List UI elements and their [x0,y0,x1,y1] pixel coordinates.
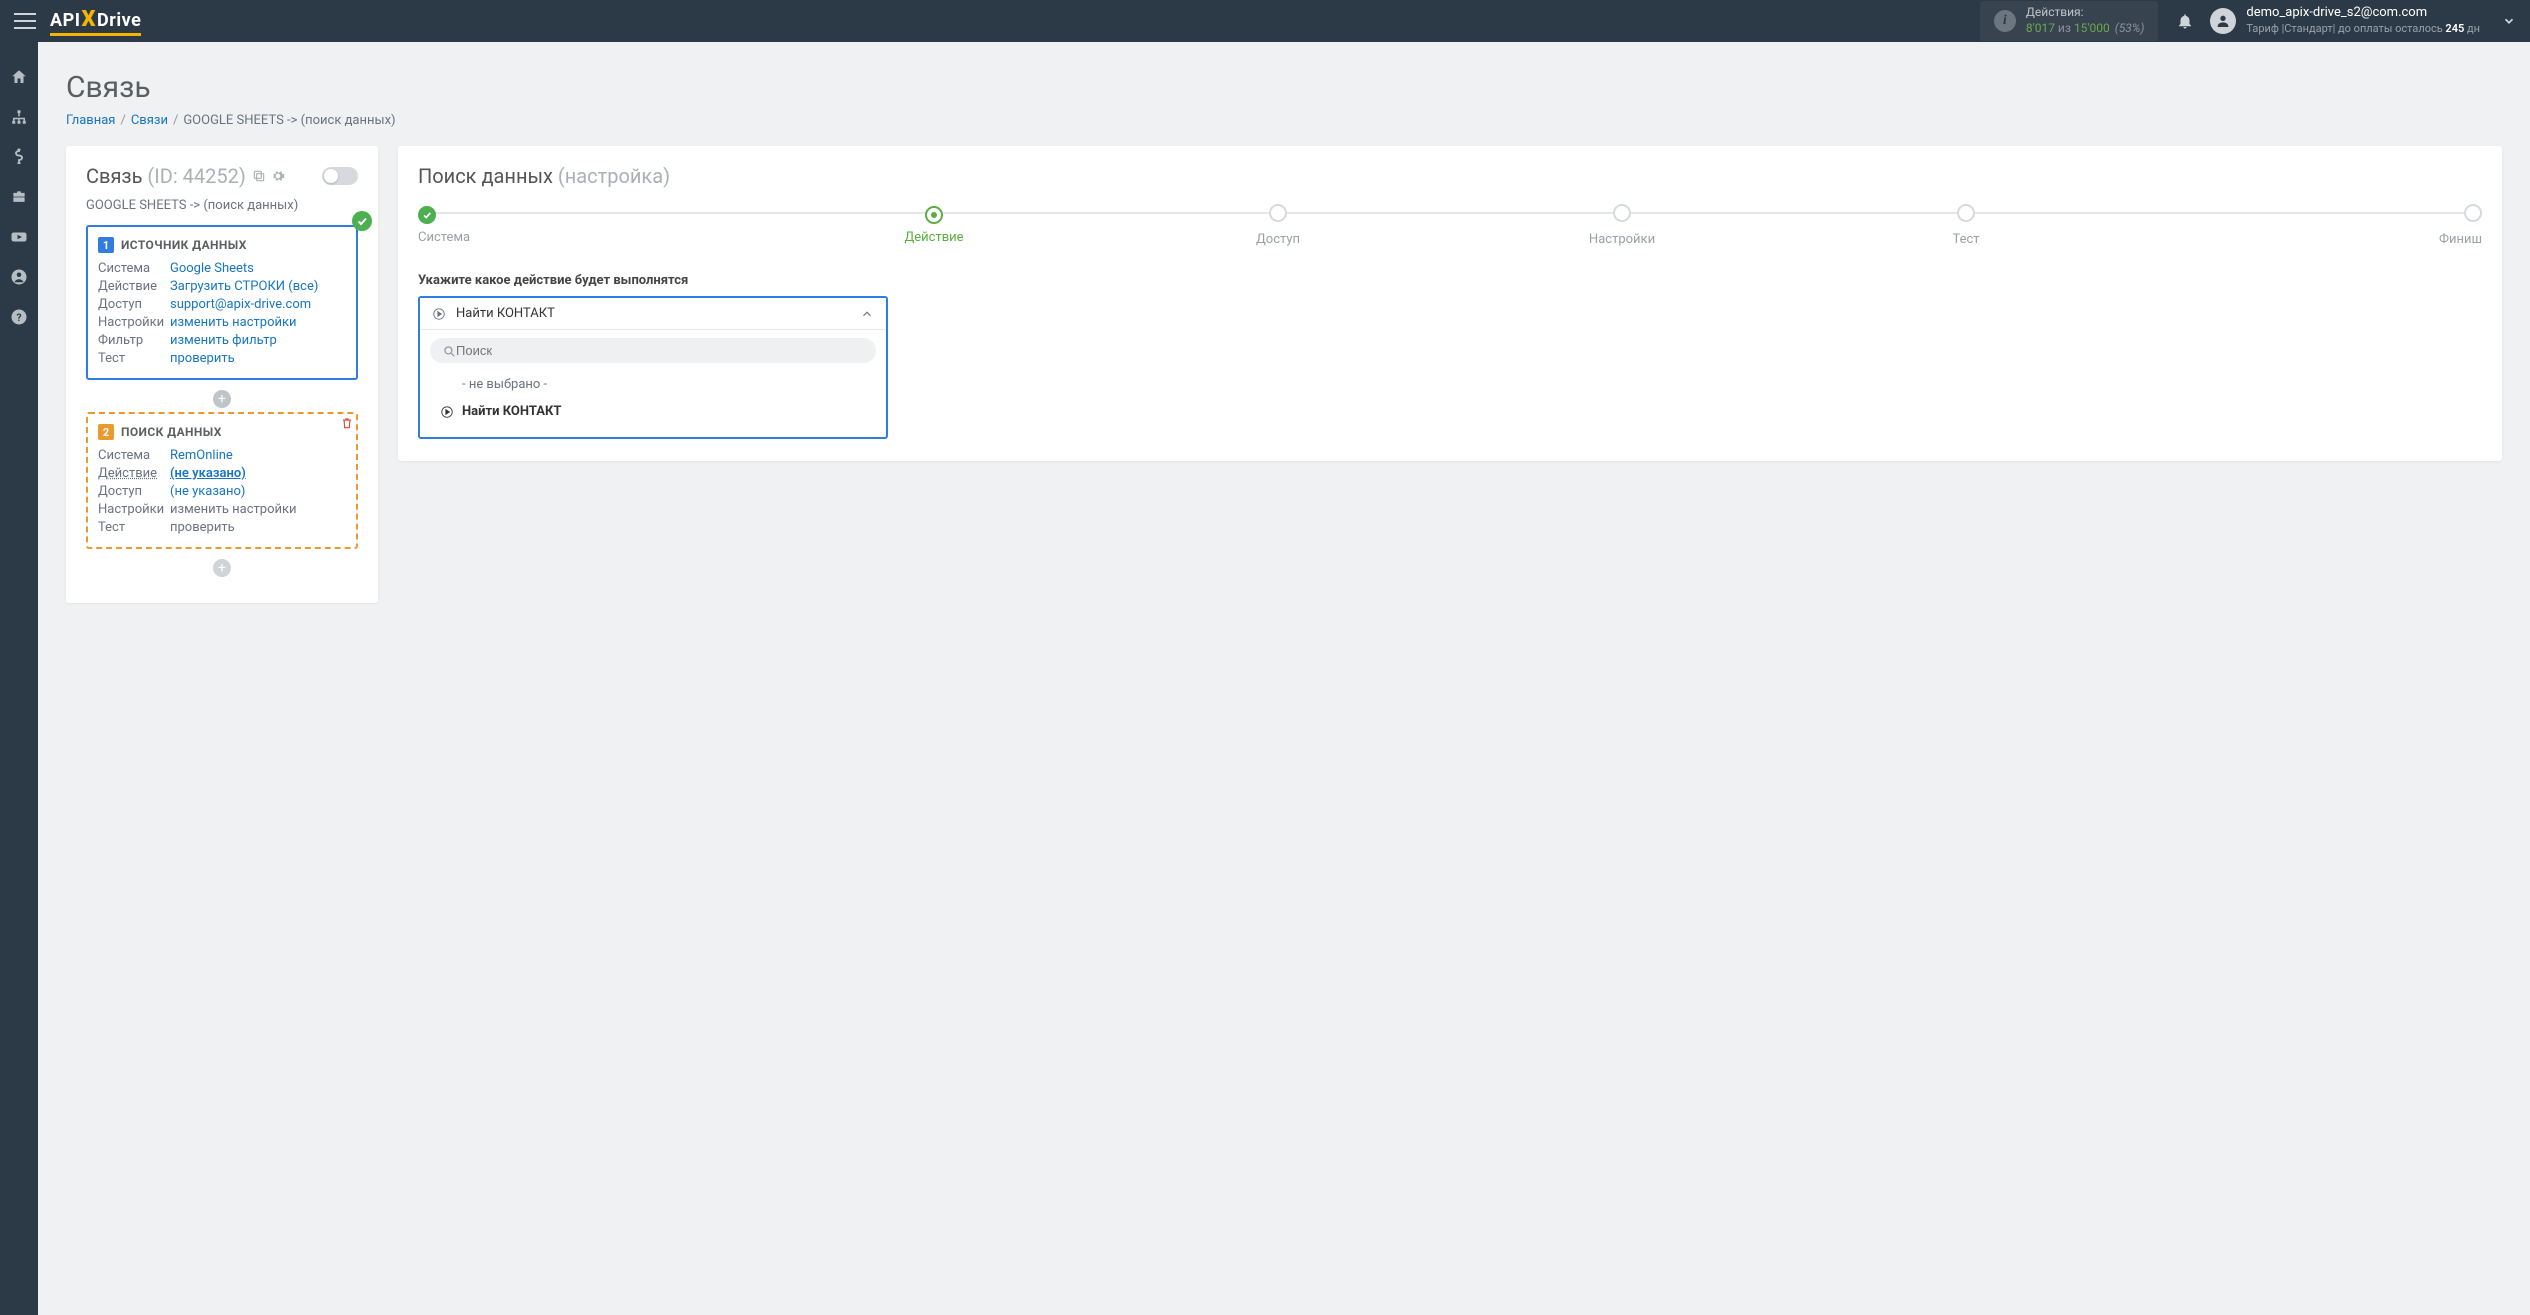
block2-title: ПОИСК ДАННЫХ [121,425,222,439]
dropdown-selected-label: Найти КОНТАКТ [456,306,860,321]
connection-id: (ID: 44252) [142,164,245,188]
step-dot [1957,204,1975,222]
user-email: demo_apix-drive_s2@com.com [2246,5,2480,22]
b1-filter[interactable]: изменить фильтр [170,333,346,348]
block-num-2: 2 [98,424,114,440]
home-icon[interactable] [10,68,28,86]
dropdown-option-none[interactable]: - не выбрано - [430,371,876,398]
logo-drive: Drive [97,10,141,31]
check-icon [352,211,372,231]
bell-icon[interactable] [2176,12,2194,30]
connection-path: GOOGLE SHEETS -> (поиск данных) [86,198,358,213]
connection-title: Связь [86,164,142,188]
step-access[interactable]: Доступ [1106,204,1450,247]
step-dot [1269,204,1287,222]
enable-toggle[interactable] [322,167,358,185]
main: Связь Главная/Связи/GOOGLE SHEETS -> (по… [38,42,2530,631]
avatar-icon [2210,8,2236,34]
dropdown-search[interactable] [430,338,876,363]
briefcase-icon[interactable] [10,188,28,206]
b2-system[interactable]: RemOnline [170,448,346,463]
action-dropdown: Найти КОНТАКТ - не выбрано - Найти КОНТА… [418,296,888,439]
check-icon [418,206,436,224]
crumb-links[interactable]: Связи [131,113,168,128]
actions-label: Действия: [2026,5,2145,21]
step-test[interactable]: Тест [1794,204,2138,247]
block-num-1: 1 [98,237,114,253]
b1-action[interactable]: Загрузить СТРОКИ (все) [170,279,346,294]
dropdown-toggle[interactable]: Найти КОНТАКТ [420,298,886,329]
b1-settings[interactable]: изменить настройки [170,315,346,330]
user-menu[interactable]: demo_apix-drive_s2@com.com Тариф |Станда… [2210,5,2516,36]
chevron-down-icon [2502,14,2516,28]
b2-action[interactable]: (не указано) [170,466,346,481]
play-icon [432,307,446,321]
b1-system[interactable]: Google Sheets [170,261,346,276]
section-label: Укажите какое действие будет выполнятся [418,273,2482,288]
dropdown-option-find-contact[interactable]: Найти КОНТАКТ [430,398,876,425]
connection-panel: Связь (ID: 44252) GOOGLE SHEETS -> (поис… [66,146,378,603]
step-dot [1613,204,1631,222]
step-finish[interactable]: Финиш [2138,204,2482,247]
play-icon [440,405,454,419]
b1-test[interactable]: проверить [170,351,346,366]
b2-access[interactable]: (не указано) [170,484,346,499]
youtube-icon[interactable] [10,228,28,246]
copy-icon[interactable] [252,169,266,183]
b2-test[interactable]: проверить [170,520,346,535]
crumb-home[interactable]: Главная [66,113,115,128]
block1-title: ИСТОЧНИК ДАННЫХ [121,238,247,252]
step-settings[interactable]: Настройки [1450,204,1794,247]
search-input[interactable] [456,343,864,358]
logo-x: X [81,7,96,32]
gear-icon[interactable] [271,169,285,183]
breadcrumb: Главная/Связи/GOOGLE SHEETS -> (поиск да… [66,113,2502,128]
hamburger-button[interactable] [14,13,36,29]
config-panel: Поиск данных (настройка) Система Действи… [398,146,2502,461]
b2-settings[interactable]: изменить настройки [170,502,346,517]
info-icon: i [1994,10,2016,32]
b1-access[interactable]: support@apix-drive.com [170,297,346,312]
step-system[interactable]: Система [418,206,762,245]
left-rail: ? [0,42,38,1315]
step-action[interactable]: Действие [762,206,1106,245]
stepper: Система Действие Доступ Настройки Тест Ф… [418,204,2482,247]
source-block[interactable]: 1 ИСТОЧНИК ДАННЫХ СистемаGoogle Sheets Д… [86,225,358,380]
svg-text:?: ? [16,311,21,324]
chevron-up-icon [860,307,874,321]
add-step-button-1[interactable]: + [213,390,231,408]
step-dot-current [925,206,943,224]
sitemap-icon[interactable] [10,108,28,126]
panel-title: Поиск данных (настройка) [418,164,2482,188]
crumb-current: GOOGLE SHEETS -> (поиск данных) [183,113,395,128]
logo-api: API [50,10,80,31]
dollar-icon[interactable] [10,148,28,166]
actions-usage: 8'017 из 15'000 (53%) [2026,21,2145,37]
search-block[interactable]: 2 ПОИСК ДАННЫХ СистемаRemOnline Действие… [86,412,358,549]
user-icon[interactable] [10,268,28,286]
search-icon [442,344,456,358]
actions-box[interactable]: i Действия: 8'017 из 15'000 (53%) [1980,1,2159,40]
page-title: Связь [66,70,2502,105]
help-icon[interactable]: ? [10,308,28,326]
logo[interactable]: APIXDrive [50,7,141,36]
add-step-button-2[interactable]: + [213,559,231,577]
topbar: APIXDrive i Действия: 8'017 из 15'000 (5… [0,0,2530,42]
user-tariff: Тариф |Стандарт| до оплаты осталось 245 … [2246,22,2480,36]
step-dot [2464,204,2482,222]
